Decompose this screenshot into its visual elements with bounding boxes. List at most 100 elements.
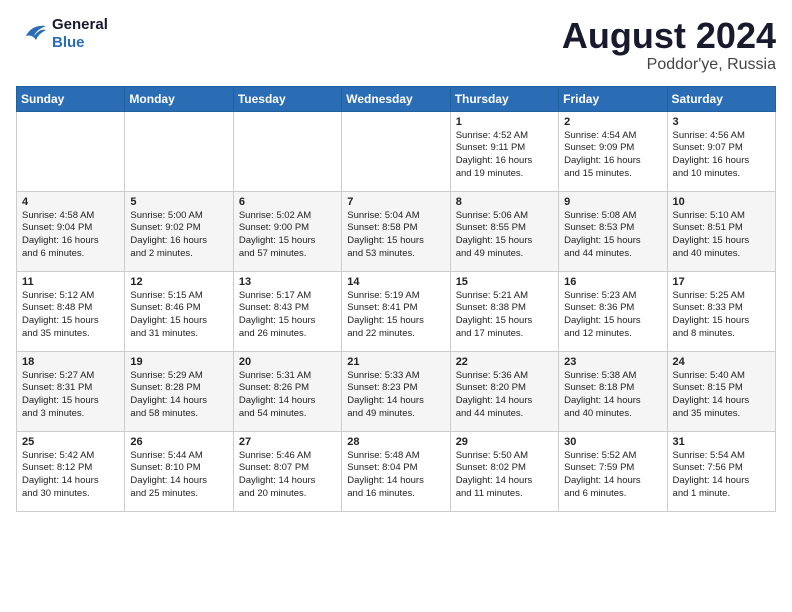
day-number: 29 [456, 436, 553, 448]
day-info: Sunrise: 5:08 AM Sunset: 8:53 PM Dayligh… [564, 210, 661, 261]
col-thursday: Thursday [450, 86, 558, 111]
table-row: 25 Sunrise: 5:42 AM Sunset: 8:12 PM Dayli… [17, 431, 125, 511]
table-row: 27 Sunrise: 5:46 AM Sunset: 8:07 PM Dayli… [233, 431, 341, 511]
table-row: 29 Sunrise: 5:50 AM Sunset: 8:02 PM Dayli… [450, 431, 558, 511]
day-info: Sunrise: 5:38 AM Sunset: 8:18 PM Dayligh… [564, 370, 661, 421]
table-row: 5 Sunrise: 5:00 AM Sunset: 9:02 PM Daylig… [125, 191, 233, 271]
table-row: 22 Sunrise: 5:36 AM Sunset: 8:20 PM Dayli… [450, 351, 558, 431]
col-saturday: Saturday [667, 86, 775, 111]
page-header: General Blue August 2024 Poddor'ye, Russ… [16, 16, 776, 74]
day-number: 14 [347, 276, 444, 288]
day-info: Sunrise: 5:10 AM Sunset: 8:51 PM Dayligh… [673, 210, 770, 261]
table-row: 30 Sunrise: 5:52 AM Sunset: 7:59 PM Dayli… [559, 431, 667, 511]
table-row: 13 Sunrise: 5:17 AM Sunset: 8:43 PM Dayli… [233, 271, 341, 351]
table-row [125, 111, 233, 191]
calendar-week-row: 18 Sunrise: 5:27 AM Sunset: 8:31 PM Dayli… [17, 351, 776, 431]
day-number: 13 [239, 276, 336, 288]
title-block: August 2024 Poddor'ye, Russia [562, 16, 776, 74]
table-row: 16Sunrise: 5:23 AM Sunset: 8:36 PM Dayli… [559, 271, 667, 351]
day-info: Sunrise: 5:25 AM Sunset: 8:33 PM Dayligh… [673, 290, 770, 341]
day-number: 5 [130, 196, 227, 208]
col-tuesday: Tuesday [233, 86, 341, 111]
table-row: 15Sunrise: 5:21 AM Sunset: 8:38 PM Dayli… [450, 271, 558, 351]
table-row: 14 Sunrise: 5:19 AM Sunset: 8:41 PM Dayli… [342, 271, 450, 351]
day-number: 16 [564, 276, 661, 288]
day-number: 21 [347, 356, 444, 368]
day-number: 30 [564, 436, 661, 448]
day-info: Sunrise: 5:50 AM Sunset: 8:02 PM Dayligh… [456, 450, 553, 501]
day-number: 1 [456, 116, 553, 128]
day-info: Sunrise: 5:17 AM Sunset: 8:43 PM Dayligh… [239, 290, 336, 341]
table-row: 18 Sunrise: 5:27 AM Sunset: 8:31 PM Dayli… [17, 351, 125, 431]
day-info: Sunrise: 5:27 AM Sunset: 8:31 PM Dayligh… [22, 370, 119, 421]
col-sunday: Sunday [17, 86, 125, 111]
table-row [17, 111, 125, 191]
day-info: Sunrise: 5:19 AM Sunset: 8:41 PM Dayligh… [347, 290, 444, 341]
calendar-header-row: Sunday Monday Tuesday Wednesday Thursday… [17, 86, 776, 111]
table-row [342, 111, 450, 191]
table-row: 3 Sunrise: 4:56 AM Sunset: 9:07 PM Daylig… [667, 111, 775, 191]
day-number: 20 [239, 356, 336, 368]
day-info: Sunrise: 5:06 AM Sunset: 8:55 PM Dayligh… [456, 210, 553, 261]
col-monday: Monday [125, 86, 233, 111]
day-number: 25 [22, 436, 119, 448]
day-info: Sunrise: 4:56 AM Sunset: 9:07 PM Dayligh… [673, 130, 770, 181]
day-number: 10 [673, 196, 770, 208]
day-number: 8 [456, 196, 553, 208]
table-row: 7 Sunrise: 5:04 AM Sunset: 8:58 PM Daylig… [342, 191, 450, 271]
calendar-week-row: 11Sunrise: 5:12 AM Sunset: 8:48 PM Dayli… [17, 271, 776, 351]
day-info: Sunrise: 5:29 AM Sunset: 8:28 PM Dayligh… [130, 370, 227, 421]
day-info: Sunrise: 4:52 AM Sunset: 9:11 PM Dayligh… [456, 130, 553, 181]
table-row [233, 111, 341, 191]
day-info: Sunrise: 5:04 AM Sunset: 8:58 PM Dayligh… [347, 210, 444, 261]
day-number: 18 [22, 356, 119, 368]
table-row: 4 Sunrise: 4:58 AM Sunset: 9:04 PM Daylig… [17, 191, 125, 271]
calendar-week-row: 25 Sunrise: 5:42 AM Sunset: 8:12 PM Dayli… [17, 431, 776, 511]
table-row: 6 Sunrise: 5:02 AM Sunset: 9:00 PM Daylig… [233, 191, 341, 271]
table-row: 2Sunrise: 4:54 AM Sunset: 9:09 PM Daylig… [559, 111, 667, 191]
day-number: 26 [130, 436, 227, 448]
day-number: 4 [22, 196, 119, 208]
day-number: 6 [239, 196, 336, 208]
col-wednesday: Wednesday [342, 86, 450, 111]
day-number: 3 [673, 116, 770, 128]
calendar-week-row: 4 Sunrise: 4:58 AM Sunset: 9:04 PM Daylig… [17, 191, 776, 271]
day-number: 9 [564, 196, 661, 208]
day-number: 2 [564, 116, 661, 128]
table-row: 23Sunrise: 5:38 AM Sunset: 8:18 PM Dayli… [559, 351, 667, 431]
day-number: 15 [456, 276, 553, 288]
location-subtitle: Poddor'ye, Russia [562, 56, 776, 74]
table-row: 21Sunrise: 5:33 AM Sunset: 8:23 PM Dayli… [342, 351, 450, 431]
logo: General Blue [16, 16, 108, 52]
day-info: Sunrise: 5:00 AM Sunset: 9:02 PM Dayligh… [130, 210, 227, 261]
day-info: Sunrise: 5:44 AM Sunset: 8:10 PM Dayligh… [130, 450, 227, 501]
table-row: 28Sunrise: 5:48 AM Sunset: 8:04 PM Dayli… [342, 431, 450, 511]
table-row: 19Sunrise: 5:29 AM Sunset: 8:28 PM Dayli… [125, 351, 233, 431]
table-row: 26 Sunrise: 5:44 AM Sunset: 8:10 PM Dayli… [125, 431, 233, 511]
day-number: 22 [456, 356, 553, 368]
day-number: 7 [347, 196, 444, 208]
calendar-week-row: 1 Sunrise: 4:52 AM Sunset: 9:11 PM Daylig… [17, 111, 776, 191]
table-row: 17 Sunrise: 5:25 AM Sunset: 8:33 PM Dayli… [667, 271, 775, 351]
day-number: 24 [673, 356, 770, 368]
logo-icon [16, 20, 48, 48]
day-number: 31 [673, 436, 770, 448]
table-row: 24Sunrise: 5:40 AM Sunset: 8:15 PM Dayli… [667, 351, 775, 431]
day-number: 12 [130, 276, 227, 288]
table-row: 10 Sunrise: 5:10 AM Sunset: 8:51 PM Dayli… [667, 191, 775, 271]
day-info: Sunrise: 5:15 AM Sunset: 8:46 PM Dayligh… [130, 290, 227, 341]
day-number: 11 [22, 276, 119, 288]
day-info: Sunrise: 5:46 AM Sunset: 8:07 PM Dayligh… [239, 450, 336, 501]
table-row: 31Sunrise: 5:54 AM Sunset: 7:56 PM Dayli… [667, 431, 775, 511]
table-row: 11Sunrise: 5:12 AM Sunset: 8:48 PM Dayli… [17, 271, 125, 351]
day-info: Sunrise: 5:42 AM Sunset: 8:12 PM Dayligh… [22, 450, 119, 501]
day-info: Sunrise: 5:02 AM Sunset: 9:00 PM Dayligh… [239, 210, 336, 261]
day-info: Sunrise: 5:36 AM Sunset: 8:20 PM Dayligh… [456, 370, 553, 421]
table-row: 20 Sunrise: 5:31 AM Sunset: 8:26 PM Dayli… [233, 351, 341, 431]
day-info: Sunrise: 5:31 AM Sunset: 8:26 PM Dayligh… [239, 370, 336, 421]
day-info: Sunrise: 5:52 AM Sunset: 7:59 PM Dayligh… [564, 450, 661, 501]
day-info: Sunrise: 4:58 AM Sunset: 9:04 PM Dayligh… [22, 210, 119, 261]
day-number: 27 [239, 436, 336, 448]
month-year-title: August 2024 [562, 16, 776, 56]
day-number: 17 [673, 276, 770, 288]
